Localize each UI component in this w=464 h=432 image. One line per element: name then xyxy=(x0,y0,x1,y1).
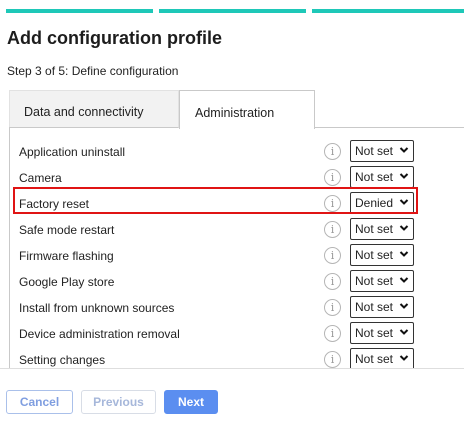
setting-value: Not set xyxy=(355,144,394,158)
setting-select[interactable]: Not set xyxy=(350,322,414,344)
chevron-down-icon xyxy=(399,147,409,153)
chevron-down-icon xyxy=(399,277,409,283)
step-indicator: Step 3 of 5: Define configuration xyxy=(7,64,179,78)
progress-segment-3 xyxy=(312,9,464,13)
chevron-down-icon xyxy=(399,303,409,309)
chevron-down-icon xyxy=(399,199,409,205)
setting-value: Not set xyxy=(355,222,394,236)
setting-select[interactable]: Not set xyxy=(350,270,414,292)
setting-row-google-play-store: Google Play store i Not set xyxy=(10,269,464,295)
progress-segment-2 xyxy=(159,9,306,13)
setting-row-firmware-flashing: Firmware flashing i Not set xyxy=(10,243,464,269)
setting-row-safe-mode-restart: Safe mode restart i Not set xyxy=(10,217,464,243)
chevron-down-icon xyxy=(399,329,409,335)
setting-row-application-uninstall: Application uninstall i Not set xyxy=(10,139,464,165)
footer-divider xyxy=(0,368,464,369)
info-icon[interactable]: i xyxy=(324,299,341,316)
setting-row-device-administration-removal: Device administration removal i Not set xyxy=(10,321,464,347)
cancel-button[interactable]: Cancel xyxy=(6,390,73,414)
setting-value: Not set xyxy=(355,274,394,288)
setting-value: Not set xyxy=(355,248,394,262)
info-icon[interactable]: i xyxy=(324,247,341,264)
tab-data-and-connectivity[interactable]: Data and connectivity xyxy=(9,90,179,128)
page-title: Add configuration profile xyxy=(7,28,222,48)
chevron-down-icon xyxy=(399,173,409,179)
info-icon[interactable]: i xyxy=(324,169,341,186)
tab-administration[interactable]: Administration xyxy=(179,90,315,129)
setting-label: Firmware flashing xyxy=(19,249,114,263)
previous-button[interactable]: Previous xyxy=(81,390,156,414)
setting-value: Not set xyxy=(355,352,394,366)
tab-bar: Data and connectivity Administration xyxy=(9,90,464,129)
progress-bar xyxy=(6,9,464,13)
chevron-down-icon xyxy=(399,225,409,231)
info-icon[interactable]: i xyxy=(324,325,341,342)
setting-label: Device administration removal xyxy=(19,327,180,341)
info-icon[interactable]: i xyxy=(324,221,341,238)
setting-select[interactable]: Not set xyxy=(350,166,414,188)
next-button[interactable]: Next xyxy=(164,390,218,414)
setting-select[interactable]: Not set xyxy=(350,140,414,162)
setting-select[interactable]: Not set xyxy=(350,348,414,368)
setting-select[interactable]: Not set xyxy=(350,218,414,240)
setting-label: Factory reset xyxy=(19,197,90,211)
chevron-down-icon xyxy=(399,251,409,257)
info-icon[interactable]: i xyxy=(324,351,341,368)
setting-row-install-from-unknown-sources: Install from unknown sources i Not set xyxy=(10,295,464,321)
setting-value: Not set xyxy=(355,170,394,184)
setting-label: Camera xyxy=(19,171,62,185)
setting-label: Application uninstall xyxy=(19,145,126,159)
setting-label: Safe mode restart xyxy=(19,223,115,237)
setting-select[interactable]: Not set xyxy=(350,296,414,318)
chevron-down-icon xyxy=(399,355,409,361)
setting-row-setting-changes: Setting changes i Not set xyxy=(10,347,464,368)
settings-panel[interactable]: Application uninstall i Not set Camera i… xyxy=(9,127,464,368)
info-icon[interactable]: i xyxy=(324,143,341,160)
setting-row-factory-reset: Factory reset i Denied xyxy=(10,191,464,217)
setting-label: Install from unknown sources xyxy=(19,301,175,315)
setting-value: Not set xyxy=(355,300,394,314)
setting-row-camera: Camera i Not set xyxy=(10,165,464,191)
info-icon[interactable]: i xyxy=(324,195,341,212)
info-icon[interactable]: i xyxy=(324,273,341,290)
setting-select[interactable]: Not set xyxy=(350,244,414,266)
setting-label: Google Play store xyxy=(19,275,115,289)
setting-label: Setting changes xyxy=(19,353,106,367)
setting-value: Not set xyxy=(355,326,394,340)
setting-select[interactable]: Denied xyxy=(350,192,414,214)
progress-segment-1 xyxy=(6,9,153,13)
setting-value: Denied xyxy=(355,196,394,210)
